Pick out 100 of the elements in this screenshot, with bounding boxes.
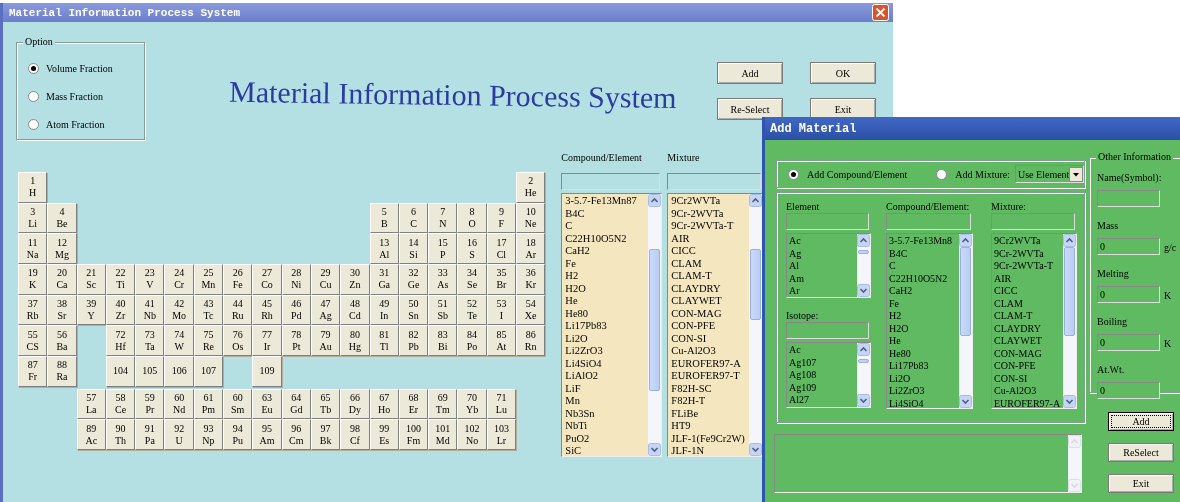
element-button[interactable]: 56 Ba [47, 325, 77, 357]
text-field[interactable] [1097, 190, 1160, 207]
element-button[interactable]: 106 [164, 356, 194, 387]
list-item[interactable]: Ag108 [789, 369, 857, 382]
element-button[interactable]: 19 K [18, 264, 48, 295]
element-button[interactable]: 48 Cd [340, 294, 370, 326]
element-button[interactable]: 109 [252, 356, 282, 387]
element-button[interactable]: 81 Tl [369, 325, 399, 357]
list-item[interactable]: CaH2 [889, 285, 959, 298]
list-item[interactable]: CON-SI [671, 332, 750, 345]
element-button[interactable]: 17 Cl [486, 233, 517, 265]
element-button[interactable]: 60 Sm [223, 388, 253, 420]
element-button[interactable]: 1 H [18, 172, 48, 203]
element-button[interactable]: 85 At [486, 325, 517, 357]
list-item[interactable]: 9Cr2WVTa [671, 195, 750, 208]
list-item[interactable]: He [565, 295, 649, 308]
element-button[interactable]: 25 Mn [193, 264, 224, 295]
scroll-down-icon[interactable] [749, 443, 763, 456]
list-item[interactable]: CON-SI [994, 372, 1063, 385]
element-button[interactable]: 78 Pt [281, 325, 311, 357]
radio-button[interactable] [28, 118, 39, 130]
list-item[interactable]: He80 [565, 307, 649, 320]
scrollbar[interactable] [857, 234, 870, 297]
scroll-thumb[interactable] [750, 249, 762, 321]
list-box[interactable]: 3-5.7-Fe13Mn8 B4C C C22H10O5N2 CaH2 Fe H2 H2O He He80 Li17Pb83 Li2O Li2ZrO3 Li4SiO4 [886, 233, 973, 409]
element-button[interactable]: 76 Os [223, 325, 253, 357]
element-button[interactable]: 36 Kr [516, 264, 546, 295]
list-item[interactable]: Nb3Sn [565, 407, 649, 420]
element-button[interactable]: 5 B [369, 202, 399, 234]
list-item[interactable]: 9Cr-2WVTa-T [671, 220, 750, 233]
element-button[interactable]: 68 Er [398, 388, 429, 420]
close-icon[interactable] [872, 4, 889, 21]
list-item[interactable]: CICC [671, 245, 750, 258]
scroll-up-icon[interactable] [648, 194, 662, 207]
element-button[interactable]: 74 W [164, 325, 194, 357]
list-item[interactable]: CON-MAG [994, 347, 1063, 360]
element-button[interactable]: 101 Md [428, 419, 458, 450]
list-item[interactable]: CON-MAG [671, 307, 750, 320]
text-field[interactable] [561, 173, 661, 190]
list-item[interactable]: Cu-Al2O3 [994, 385, 1063, 398]
element-button[interactable]: 21 Sc [76, 264, 106, 295]
text-field[interactable]: 0 [1097, 238, 1160, 255]
element-button[interactable]: 29 Cu [310, 264, 341, 295]
element-button[interactable]: 10 Ne [516, 202, 546, 234]
element-button[interactable]: 72 Hf [105, 325, 136, 357]
list-item[interactable]: AIR [671, 232, 750, 245]
list-item[interactable]: EUROFER97-A [671, 357, 750, 370]
list-item[interactable]: Li2O [565, 332, 649, 345]
list-item[interactable]: 9Cr-2WVTa [994, 247, 1063, 260]
element-button[interactable]: 82 Pb [398, 325, 429, 357]
element-button[interactable]: 24 Cr [164, 264, 194, 295]
element-button[interactable]: 7 N [428, 202, 458, 234]
dropdown-arrow-icon[interactable] [1069, 166, 1083, 182]
element-button[interactable]: 97 Bk [310, 419, 341, 450]
element-button[interactable]: 70 Yb [457, 388, 487, 420]
element-button[interactable]: 57 La [76, 388, 106, 420]
element-button[interactable]: 75 Re [193, 325, 224, 357]
list-item[interactable]: F82H-T [671, 395, 750, 408]
scrollbar[interactable] [959, 234, 972, 408]
element-button[interactable]: 80 Hg [340, 325, 370, 357]
list-item[interactable]: CLAM-T [671, 270, 750, 283]
list-item[interactable]: Li2ZrO3 [565, 345, 649, 358]
list-item[interactable]: PuO2 [565, 432, 649, 445]
element-button[interactable]: 12 Mg [47, 233, 77, 265]
element-button[interactable]: 13 Al [369, 233, 399, 265]
radio-button[interactable] [788, 168, 799, 180]
scroll-up-icon[interactable] [857, 234, 870, 247]
element-button[interactable]: 104 [105, 356, 136, 387]
list-item[interactable]: H2 [889, 310, 959, 323]
text-field[interactable]: 0 [1097, 286, 1160, 303]
button[interactable]: Exit [810, 98, 876, 120]
list-item[interactable]: CICC [994, 285, 1063, 298]
element-button[interactable]: 86 Rn [516, 325, 546, 357]
element-button[interactable]: 98 Cf [340, 419, 370, 450]
element-button[interactable]: 18 Ar [516, 233, 546, 265]
button[interactable]: Re-Select [717, 98, 783, 120]
list-item[interactable]: FLiBe [671, 407, 750, 420]
list-item[interactable]: Fe [565, 257, 649, 270]
list-item[interactable]: B4C [565, 207, 649, 220]
element-button[interactable]: 77 Ir [252, 325, 282, 357]
radio-label[interactable]: Mass Fraction [46, 88, 103, 104]
list-item[interactable]: Li4SiO4 [889, 397, 959, 408]
text-field[interactable] [886, 213, 971, 230]
list-item[interactable]: AIR [994, 272, 1063, 285]
element-button[interactable]: 95 Am [252, 419, 282, 450]
list-item[interactable]: 9Cr-2WVTa [671, 207, 750, 220]
element-button[interactable]: 31 Ga [369, 264, 399, 295]
list-item[interactable]: CaH2 [565, 245, 649, 258]
element-button[interactable]: 65 Tb [310, 388, 341, 420]
radio-label[interactable]: Add Mixture: [955, 166, 1010, 182]
element-button[interactable]: 33 As [428, 264, 458, 295]
element-button[interactable]: 66 Dy [340, 388, 370, 420]
list-item[interactable]: CLAM [994, 297, 1063, 310]
list-item[interactable]: Li4SiO4 [565, 357, 649, 370]
element-button[interactable]: 27 Co [252, 264, 282, 295]
element-button[interactable]: 92 U [164, 419, 194, 450]
element-button[interactable]: 22 Ti [105, 264, 136, 295]
element-button[interactable]: 41 Nb [135, 294, 165, 326]
list-item[interactable]: He [889, 335, 959, 348]
element-button[interactable]: 55 CS [18, 325, 48, 357]
